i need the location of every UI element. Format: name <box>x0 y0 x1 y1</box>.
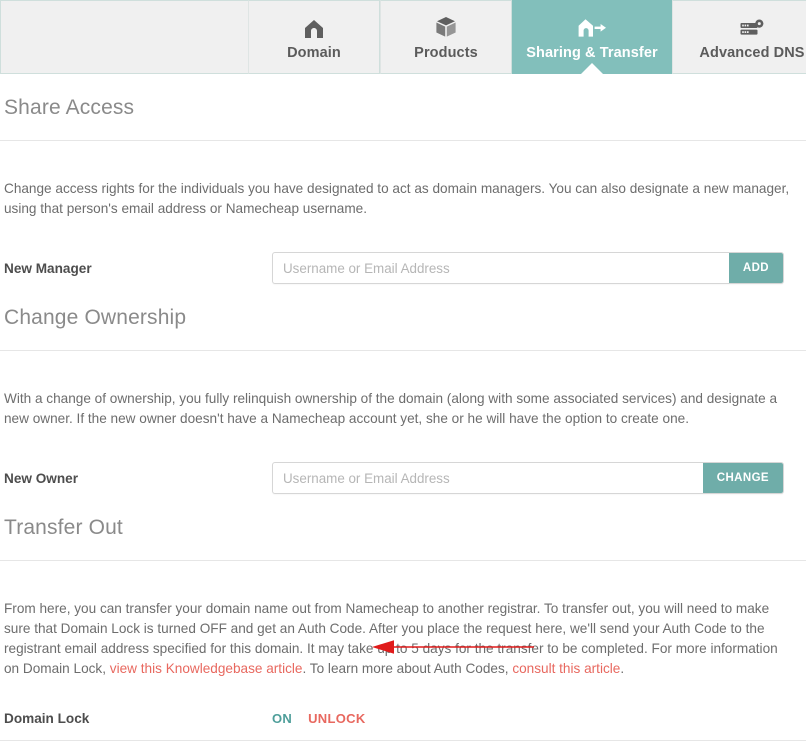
change-owner-button[interactable]: CHANGE <box>703 463 783 493</box>
active-tab-caret <box>581 63 603 74</box>
transfer-out-title: Transfer Out <box>0 494 806 540</box>
tab-sharing-transfer-label: Sharing & Transfer <box>526 45 658 61</box>
share-access-title: Share Access <box>0 74 806 120</box>
page-content: Share Access Change access rights for th… <box>0 74 806 741</box>
change-ownership-title: Change Ownership <box>0 284 806 330</box>
primary-tab-bar: Domain Products Sharing & Transfer <box>0 0 806 74</box>
change-ownership-divider <box>0 350 806 351</box>
unlock-button[interactable]: UNLOCK <box>308 711 365 726</box>
server-gear-icon <box>739 13 765 39</box>
add-manager-button[interactable]: ADD <box>729 253 783 283</box>
home-icon <box>303 13 325 39</box>
tab-products-label: Products <box>414 45 478 61</box>
new-owner-label: New Owner <box>4 471 272 486</box>
domain-lock-row: Domain Lock ON UNLOCK <box>0 693 806 726</box>
new-manager-input-group: ADD <box>272 252 784 284</box>
change-ownership-description: With a change of ownership, you fully re… <box>0 365 798 429</box>
new-manager-input[interactable] <box>273 253 729 283</box>
new-manager-row: New Manager ADD <box>0 232 806 284</box>
new-owner-row: New Owner CHANGE <box>0 442 806 494</box>
domain-lock-divider <box>0 740 806 741</box>
tab-products[interactable]: Products <box>380 0 512 74</box>
domain-lock-label: Domain Lock <box>4 711 272 726</box>
domain-lock-status-badge: ON <box>272 711 292 726</box>
transfer-out-description: From here, you can transfer your domain … <box>0 575 798 679</box>
tab-domain[interactable]: Domain <box>248 0 380 74</box>
transfer-out-text-3: . <box>620 661 624 676</box>
auth-codes-article-link[interactable]: consult this article <box>512 661 620 676</box>
tab-advanced-dns-label: Advanced DNS <box>699 45 804 61</box>
tab-advanced-dns[interactable]: Advanced DNS <box>672 0 806 74</box>
transfer-out-divider <box>0 560 806 561</box>
tab-sharing-transfer[interactable]: Sharing & Transfer <box>512 0 672 74</box>
knowledgebase-article-link[interactable]: view this Knowledgebase article <box>110 661 303 676</box>
box-icon <box>434 13 458 39</box>
new-owner-input[interactable] <box>273 463 703 493</box>
new-manager-label: New Manager <box>4 261 272 276</box>
share-access-divider <box>0 140 806 141</box>
home-transfer-icon <box>577 13 607 39</box>
tab-bar-left-filler <box>0 0 248 74</box>
transfer-out-text-2: . To learn more about Auth Codes, <box>302 661 512 676</box>
new-owner-input-group: CHANGE <box>272 462 784 494</box>
share-access-description: Change access rights for the individuals… <box>0 155 798 219</box>
tab-domain-label: Domain <box>287 45 341 61</box>
